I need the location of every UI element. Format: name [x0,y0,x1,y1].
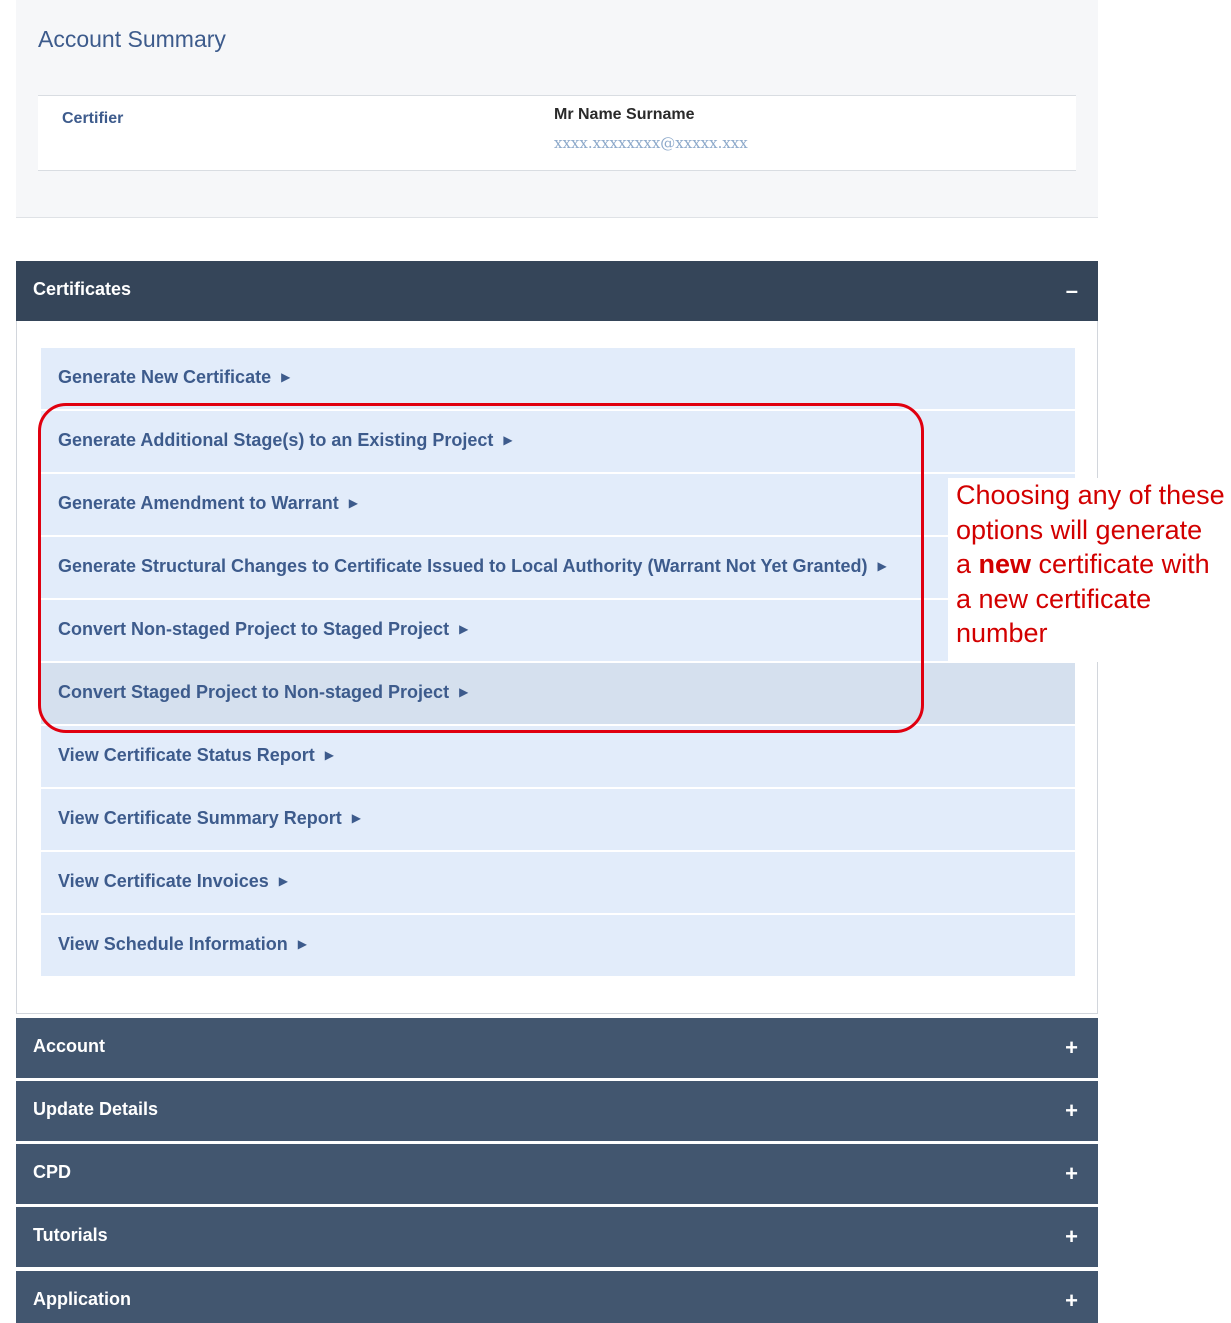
certifier-label: Certifier [62,110,124,127]
menu-item-label: Convert Non-staged Project to Staged Pro… [58,619,450,639]
annotation-line: Choosing any of these [956,480,1225,510]
arrow-right-icon: ▶ [459,685,469,699]
annotation-line: number [956,618,1048,648]
expand-icon[interactable]: + [1065,1287,1078,1315]
section-header-account[interactable]: Account + [16,1018,1098,1078]
menu-item-label: View Schedule Information [58,934,288,954]
menu-item-generate-additional-stages[interactable]: Generate Additional Stage(s) to an Exist… [41,411,1075,472]
section-header-label: Certificates [33,279,132,299]
account-summary-panel: Account Summary Certifier Mr Name Surnam… [16,0,1098,218]
expand-icon[interactable]: + [1065,1160,1078,1188]
annotation-text: Choosing any of these options will gener… [956,478,1231,651]
annotation-line: options will generate [956,514,1203,545]
arrow-right-icon: ▶ [297,937,307,951]
section-header-label: Tutorials [33,1225,108,1245]
menu-item-label: View Certificate Invoices [58,871,269,891]
menu-item-generate-amendment-to-warrant[interactable]: Generate Amendment to Warrant ▶ [41,474,1075,535]
arrow-right-icon: ▶ [324,748,334,762]
menu-item-label: Generate Amendment to Warrant [58,493,339,513]
annotation-text-part: a [956,549,979,579]
expand-icon[interactable]: + [1065,1223,1078,1251]
section-header-label: Update Details [33,1099,159,1119]
expand-icon[interactable]: + [1065,1097,1078,1125]
menu-item-view-certificate-invoices[interactable]: View Certificate Invoices ▶ [41,852,1075,913]
certificates-menu: Generate New Certificate ▶ Generate Addit… [41,348,1075,978]
section-header-label: CPD [33,1162,72,1182]
menu-item-view-certificate-status-report[interactable]: View Certificate Status Report ▶ [41,726,1075,787]
section-header-update-details[interactable]: Update Details + [16,1081,1098,1141]
section-header-application[interactable]: Application + [16,1271,1098,1323]
certifier-email[interactable]: xxxx.xxxxxxxx@xxxxx.xxx [554,134,748,152]
menu-item-label: View Certificate Summary Report [58,808,342,828]
expand-icon[interactable]: + [1065,1034,1078,1062]
menu-item-view-certificate-summary-report[interactable]: View Certificate Summary Report ▶ [41,789,1075,850]
certifier-name: Mr Name Surname [554,106,695,123]
menu-item-label: Generate Additional Stage(s) to an Exist… [58,430,494,450]
section-header-tutorials[interactable]: Tutorials + [16,1207,1098,1267]
arrow-right-icon: ▶ [877,559,887,573]
annotation-text-part: certificate with [1031,549,1210,579]
arrow-right-icon: ▶ [348,496,358,510]
section-header-cpd[interactable]: CPD + [16,1144,1098,1204]
arrow-right-icon: ▶ [503,433,513,447]
collapse-icon[interactable]: – [1066,277,1078,305]
arrow-right-icon: ▶ [459,622,469,636]
menu-item-generate-structural-changes[interactable]: Generate Structural Changes to Certifica… [41,537,1075,598]
section-header-certificates[interactable]: Certificates – [16,261,1098,321]
page: Account Summary Certifier Mr Name Surnam… [0,0,1231,1323]
arrow-right-icon: ▶ [278,874,288,888]
certificates-panel: Generate New Certificate ▶ Generate Addit… [16,261,1098,1014]
arrow-right-icon: ▶ [351,811,361,825]
section-header-label: Application [33,1289,131,1309]
menu-item-generate-new-certificate[interactable]: Generate New Certificate ▶ [41,348,1075,409]
menu-item-label: Generate Structural Changes to Certifica… [58,556,868,576]
annotation-callout: Choosing any of these options will gener… [948,478,1231,662]
annotation-line: a new certificate with [956,547,1231,582]
account-summary-title: Account Summary [38,26,226,52]
menu-item-convert-staged-to-non-staged[interactable]: Convert Staged Project to Non-staged Pro… [41,663,1075,724]
menu-item-label: Convert Staged Project to Non-staged Pro… [58,682,450,702]
annotation-emphasis: new [978,549,1032,579]
menu-item-label: Generate New Certificate [58,367,272,387]
section-header-label: Account [33,1036,105,1056]
menu-item-view-schedule-information[interactable]: View Schedule Information ▶ [41,915,1075,976]
annotation-line: a new certificate [956,583,1152,614]
menu-item-convert-non-staged-to-staged[interactable]: Convert Non-staged Project to Staged Pro… [41,600,1075,661]
arrow-right-icon: ▶ [281,370,291,384]
certifier-row: Certifier Mr Name Surname xxxx.xxxxxxxx@… [38,95,1076,171]
menu-item-label: View Certificate Status Report [58,745,315,765]
